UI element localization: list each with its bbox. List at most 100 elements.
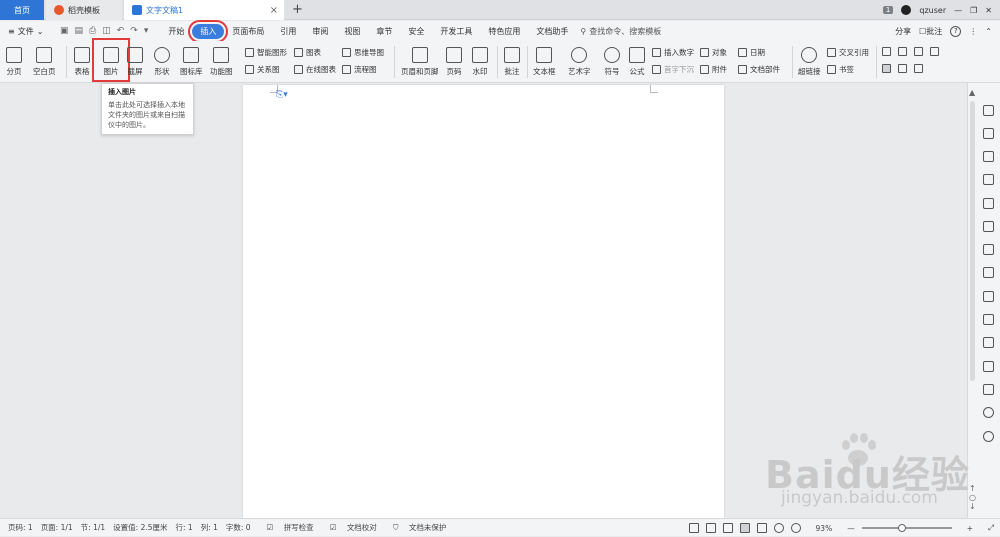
mind-map-button[interactable]: 思维导图 [342, 47, 384, 58]
layout-option-4[interactable] [930, 47, 939, 56]
archive-icon[interactable] [983, 361, 994, 372]
zoom-in-icon[interactable]: + [967, 524, 973, 533]
settings-icon[interactable] [983, 267, 994, 278]
undo-icon[interactable]: ↶ [117, 26, 125, 36]
menu-security[interactable]: 安全 [400, 26, 432, 37]
shape-button[interactable]: 形状 [154, 44, 170, 77]
save-icon[interactable]: ▣ [60, 26, 69, 36]
status-section[interactable]: 节: 1/1 [81, 522, 105, 533]
layout-option-7[interactable] [914, 64, 923, 73]
download-icon[interactable] [983, 407, 994, 418]
flow-chart-button[interactable]: 流程图 [342, 64, 377, 75]
menu-view[interactable]: 视图 [336, 26, 368, 37]
zoom-slider[interactable] [861, 524, 952, 532]
outline-view-icon[interactable] [756, 523, 767, 533]
plugin-icon[interactable] [983, 337, 994, 348]
table-icon[interactable] [983, 198, 994, 209]
close-window-button[interactable]: ✕ [985, 6, 992, 15]
export-pdf-icon[interactable]: ▤ [75, 26, 84, 36]
tab-templates[interactable]: 稻壳模板 [46, 0, 122, 20]
history-icon[interactable] [983, 431, 994, 442]
print-icon[interactable]: ⎙ [89, 26, 96, 36]
menu-developer[interactable]: 开发工具 [432, 26, 480, 37]
shapes-icon[interactable] [983, 151, 994, 162]
function-chart-button[interactable]: 功能图 [210, 44, 233, 77]
select-icon[interactable] [983, 128, 994, 139]
layout-option-1[interactable] [882, 47, 891, 56]
share-button[interactable]: 分享 [895, 26, 911, 37]
web-view-icon[interactable] [773, 523, 784, 533]
layers-icon[interactable] [983, 291, 994, 302]
layout-option-5[interactable] [882, 64, 891, 73]
status-page-number[interactable]: 页码: 1 [8, 522, 33, 533]
more-icon[interactable]: ⋮ [969, 27, 977, 36]
chart-button[interactable]: 图表 [294, 47, 321, 58]
formula-button[interactable]: 公式 [629, 44, 645, 77]
menu-features[interactable]: 特色应用 [480, 26, 528, 37]
document-page[interactable] [243, 85, 724, 518]
icon-library-button[interactable]: 图标库 [180, 44, 203, 77]
textbox-button[interactable]: 文本框 [533, 44, 556, 77]
username[interactable]: qzuser [919, 6, 946, 15]
menu-references[interactable]: 引用 [272, 26, 304, 37]
status-setting-value[interactable]: 设置值: 2.5厘米 [113, 522, 167, 533]
hyperlink-button[interactable]: 超链接 [798, 44, 821, 77]
status-pages[interactable]: 页面: 1/1 [41, 522, 73, 533]
print-preview-icon[interactable]: ◫ [102, 26, 111, 36]
close-tab-icon[interactable]: × [270, 5, 278, 16]
fullscreen-icon[interactable] [688, 523, 699, 533]
menu-insert[interactable]: 插入 [188, 19, 229, 43]
spell-check-button[interactable]: ☑ 拼写检查 [259, 522, 314, 533]
relation-graph-button[interactable]: 关系图 [245, 64, 280, 75]
menu-page-layout[interactable]: 页面布局 [224, 26, 272, 37]
layout-option-6[interactable] [898, 64, 907, 73]
doc-parts-button[interactable]: 文档部件 [738, 64, 780, 75]
paste-options-icon[interactable]: ⎘▾ [276, 90, 288, 100]
zoom-level[interactable]: 93% [816, 524, 833, 533]
protect-button[interactable]: ⛉ 文档未保护 [385, 522, 447, 533]
pen-icon[interactable] [722, 523, 733, 533]
date-button[interactable]: 日期 [738, 47, 765, 58]
annotation-button[interactable]: 批注 [504, 44, 520, 77]
command-search[interactable]: ⚲ 查找命令、搜索模板 [580, 26, 661, 37]
file-menu[interactable]: ≡ 文件 ⌄ [0, 26, 58, 37]
customize-icon[interactable]: ▾ [144, 26, 149, 36]
menu-chapter[interactable]: 章节 [368, 26, 400, 37]
window-count-badge[interactable]: 1 [882, 6, 894, 14]
zoom-out-icon[interactable]: — [847, 524, 855, 533]
proofread-button[interactable]: ☑ 文档校对 [322, 522, 377, 533]
picture-panel-icon[interactable] [983, 384, 994, 395]
fit-icon[interactable]: ⤢ [988, 523, 994, 533]
insert-number-button[interactable]: 插入数字 [652, 47, 694, 58]
image-icon[interactable] [983, 221, 994, 232]
online-chart-button[interactable]: 在线图表 [294, 64, 336, 75]
attachment-button[interactable]: 附件 [700, 64, 727, 75]
vertical-scrollbar[interactable] [970, 101, 975, 381]
symbol-button[interactable]: 符号 [604, 44, 620, 77]
picture-button[interactable]: 图片 [92, 38, 130, 82]
watermark-button[interactable]: 水印 [472, 44, 488, 77]
menu-home[interactable]: 开始 [160, 26, 192, 37]
redo-icon[interactable]: ↷ [130, 26, 138, 36]
bookmark-button[interactable]: 书签 [827, 64, 854, 75]
new-tab-button[interactable]: + [292, 2, 303, 17]
user-avatar[interactable] [901, 5, 912, 15]
zoom-slider-handle[interactable] [897, 524, 906, 532]
blank-page-button[interactable]: 空白页 [33, 44, 56, 77]
restore-button[interactable]: ❐ [970, 6, 977, 15]
cross-ref-button[interactable]: 交叉引用 [827, 47, 869, 58]
share-icon[interactable] [983, 314, 994, 325]
page-break-button[interactable]: 分页 [6, 44, 22, 77]
status-word-count[interactable]: 字数: 0 [226, 522, 251, 533]
screenshot-button[interactable]: 截屏 [127, 44, 143, 77]
tab-document[interactable]: 文字文稿1 × [124, 0, 284, 20]
page-view-icon[interactable] [739, 523, 750, 533]
minimize-button[interactable]: — [954, 6, 962, 15]
chart-icon[interactable] [983, 244, 994, 255]
edit-icon[interactable] [983, 105, 994, 116]
drop-cap-button[interactable]: 首字下沉 [652, 64, 694, 75]
comment-button[interactable]: ☐批注 [919, 26, 942, 37]
object-button[interactable]: 对象 [700, 47, 727, 58]
menu-review[interactable]: 审阅 [304, 26, 336, 37]
layout-view-icon[interactable] [705, 523, 716, 533]
